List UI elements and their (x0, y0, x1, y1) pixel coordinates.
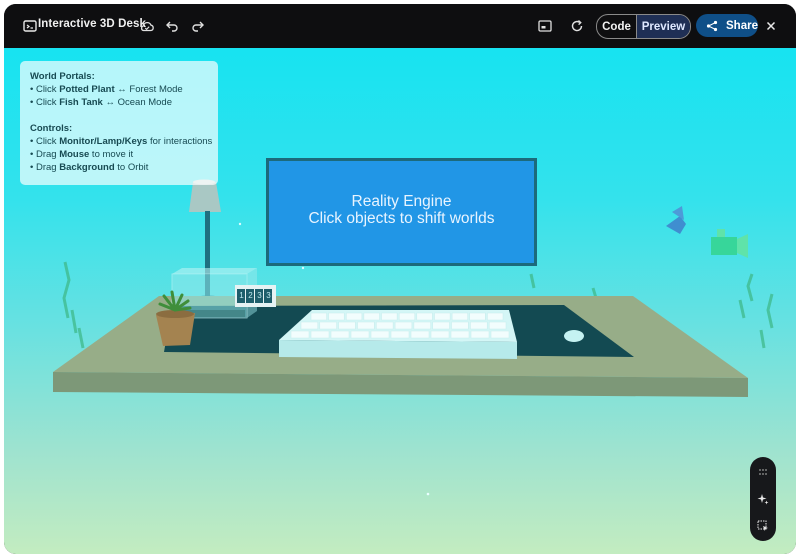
share-button[interactable]: Share (696, 14, 758, 37)
portal-line: • Click Fish Tank ↔ Ocean Mode (30, 96, 208, 109)
undo-icon[interactable] (160, 14, 184, 38)
bubble (426, 492, 430, 496)
keyboard-key[interactable] (451, 312, 468, 321)
keyboard-key[interactable] (416, 312, 433, 321)
view-toggle: Code Preview (596, 14, 691, 39)
keyboard-key[interactable] (434, 312, 451, 321)
keyboard-key[interactable] (376, 321, 394, 330)
line-suffix: for interactions (147, 136, 213, 147)
bubble (238, 222, 242, 226)
clock-digit: 3 (257, 291, 262, 300)
keyboard-key[interactable] (488, 321, 507, 330)
line-prefix: • Click (30, 84, 60, 95)
keyboard-key[interactable] (398, 312, 416, 321)
keyboard-key[interactable] (381, 312, 398, 321)
line-bold: Background (59, 162, 115, 173)
close-icon[interactable] (759, 14, 783, 38)
line-bold: Mouse (59, 149, 90, 160)
line-bold: Potted Plant (59, 84, 115, 95)
clock-digits: 1 2 3 3 (237, 291, 273, 303)
keyboard-key[interactable] (394, 321, 413, 330)
keyboard-key[interactable] (450, 330, 470, 339)
clock-digit: 1 (239, 291, 244, 300)
keyboard-key[interactable] (370, 330, 390, 339)
monitor-text: Reality Engine Click objects to shift wo… (269, 193, 534, 227)
line-prefix: • Click (30, 97, 60, 108)
control-line: • Click Monitor/Lamp/Keys for interactio… (30, 135, 212, 148)
top-bar: Interactive 3D Desk Code Preview Share (4, 4, 796, 48)
info-panel: World Portals: • Click Potted Plant ↔ Fo… (20, 61, 218, 185)
3d-scene-canvas[interactable]: 1 2 3 3 Reality Engine Click objects to … (4, 48, 796, 554)
portal-line: • Click Potted Plant ↔ Forest Mode (30, 83, 208, 96)
floating-toolbar (750, 457, 776, 541)
control-line: • Drag Background to Orbit (30, 161, 208, 174)
keyboard-key[interactable] (470, 330, 490, 339)
keyboard-key[interactable] (310, 312, 327, 321)
line-suffix: to move it (89, 149, 134, 160)
cloud-icon[interactable] (135, 14, 159, 38)
keyboard-key[interactable] (432, 321, 450, 330)
portals-heading: World Portals: (30, 71, 95, 82)
line-prefix: • Drag (30, 162, 60, 173)
keyboard-key[interactable] (469, 312, 486, 321)
monitor-line-2: Click objects to shift worlds (308, 210, 495, 227)
keyboard-key[interactable] (310, 330, 330, 339)
line-prefix: • Click (30, 136, 60, 147)
line-suffix: to Orbit (114, 162, 149, 173)
keyboard-key[interactable] (330, 330, 350, 339)
keyboard-key[interactable] (338, 321, 356, 330)
control-line: • Drag Mouse to move it (30, 148, 208, 161)
keyboard-key[interactable] (328, 312, 345, 321)
line-suffix: ↔ Ocean Mode (102, 97, 172, 108)
select-area-icon[interactable] (750, 515, 776, 537)
keyboard-key[interactable] (290, 330, 310, 339)
keyboard-key[interactable] (430, 330, 450, 339)
keyboard-key[interactable] (300, 321, 319, 330)
drag-handle-icon[interactable] (750, 461, 776, 483)
keyboard-key[interactable] (363, 312, 380, 321)
keyboard-key[interactable] (490, 330, 510, 339)
share-icon (706, 20, 718, 31)
keyboard-key[interactable] (357, 321, 375, 330)
bubble (301, 266, 305, 270)
refresh-icon[interactable] (565, 14, 589, 38)
mouse[interactable] (564, 330, 584, 342)
keyboard-key[interactable] (346, 312, 363, 321)
line-suffix: ↔ Forest Mode (114, 84, 183, 95)
keyboard-key[interactable] (487, 312, 504, 321)
line-prefix: • Drag (30, 149, 60, 160)
keyboard-key[interactable] (350, 330, 370, 339)
keyboard-key[interactable] (390, 330, 410, 339)
keyboard[interactable] (279, 310, 517, 359)
line-bold: Monitor/Lamp/Keys (59, 136, 148, 147)
clock-digit: 2 (248, 291, 253, 300)
line-bold: Fish Tank (59, 97, 103, 108)
sparkle-icon[interactable] (750, 488, 776, 510)
controls-heading: Controls: (30, 123, 73, 134)
app-title: Interactive 3D Desk (38, 18, 147, 30)
app-window: Interactive 3D Desk Code Preview Share 1… (4, 4, 796, 554)
share-label: Share (726, 19, 758, 32)
screen: Interactive 3D Desk Code Preview Share 1… (0, 0, 800, 559)
redo-icon[interactable] (186, 14, 210, 38)
clock-digit: 3 (266, 291, 271, 300)
monitor-line-1: Reality Engine (351, 193, 452, 210)
fish-right[interactable] (711, 229, 748, 258)
keyboard-key[interactable] (451, 321, 469, 330)
preview-window-icon[interactable] (533, 14, 557, 38)
keyboard-key[interactable] (470, 321, 488, 330)
fish-left[interactable] (666, 206, 686, 234)
keyboard-key[interactable] (319, 321, 337, 330)
code-tab[interactable]: Code (597, 15, 636, 38)
keyboard-key[interactable] (413, 321, 431, 330)
keyboard-key[interactable] (410, 330, 430, 339)
preview-tab[interactable]: Preview (636, 15, 690, 38)
